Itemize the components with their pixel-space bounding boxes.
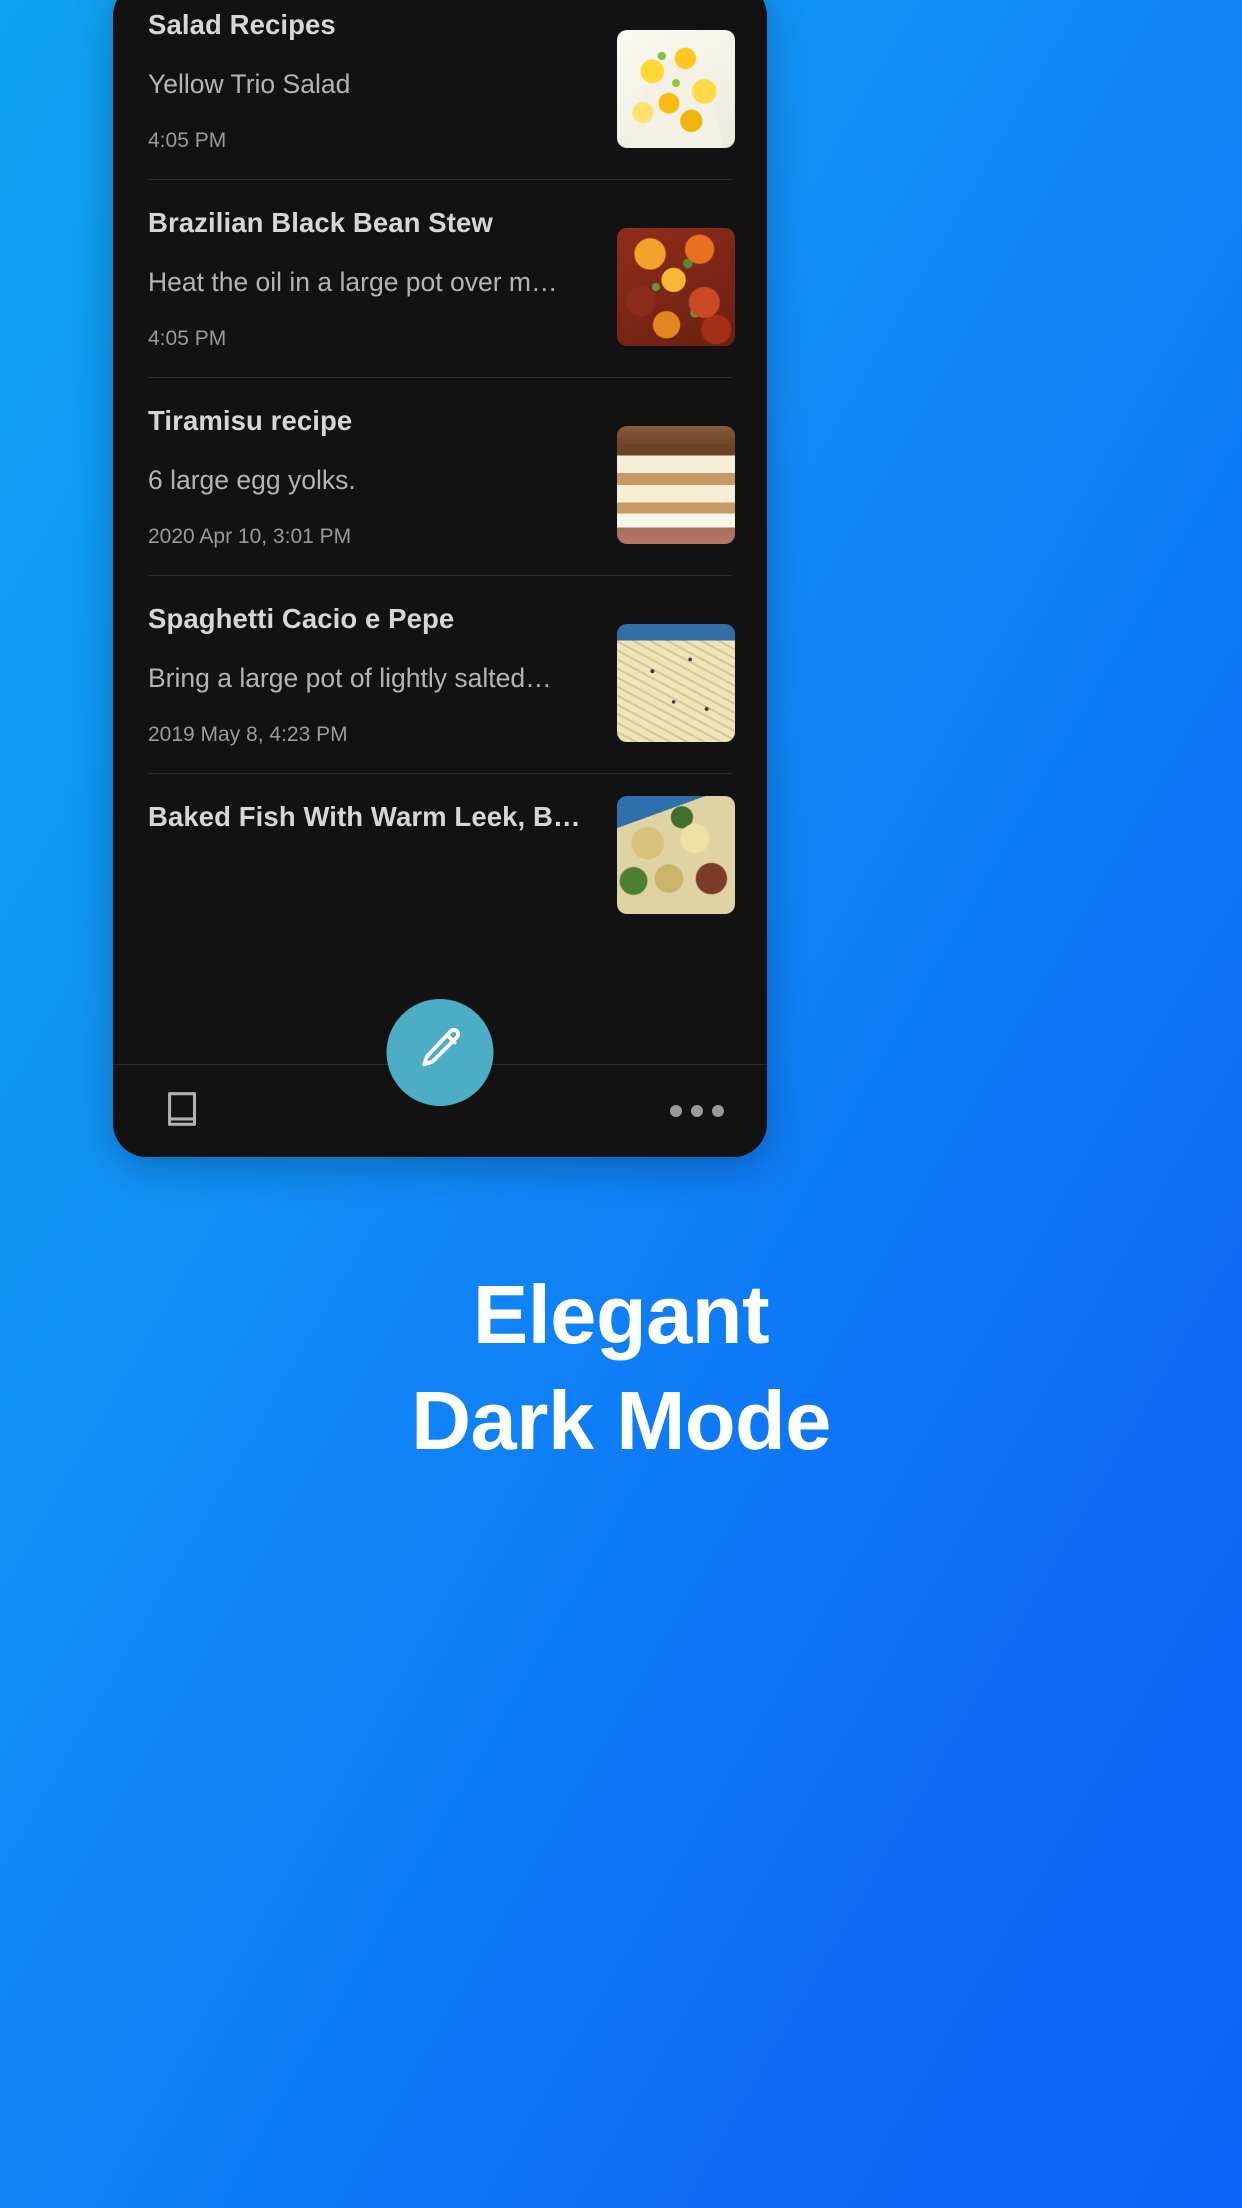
fish-thumbnail [617, 795, 735, 914]
note-snippet: Yellow Trio Salad [148, 69, 351, 99]
note-title: Baked Fish With Warm Leek, Be… [148, 800, 593, 832]
fish-image [617, 795, 735, 914]
note-timestamp: 2020 Apr 10, 3:01 PM [148, 524, 352, 548]
compose-note-fab[interactable] [386, 999, 494, 1106]
note-title: Spaghetti Cacio e Pepe [148, 602, 455, 634]
list-item[interactable]: Baked Fish With Warm Leek, Be… [113, 774, 767, 914]
list-item[interactable]: Tiramisu recipe 6 large egg yolks. 2020 … [113, 378, 767, 575]
notes-list[interactable]: Salad Recipes Yellow Trio Salad 4:05 PM … [113, 0, 767, 1064]
promo-poster: Salad Recipes Yellow Trio Salad 4:05 PM … [0, 0, 1242, 2208]
note-timestamp: 2019 May 8, 4:23 PM [148, 722, 348, 746]
salad-image [617, 30, 735, 148]
note-text-block: Salad Recipes Yellow Trio Salad 4:05 PM [148, 0, 593, 179]
note-text-block: Tiramisu recipe 6 large egg yolks. 2020 … [148, 378, 593, 575]
note-title: Tiramisu recipe [148, 404, 353, 436]
note-timestamp: 4:05 PM [148, 326, 227, 350]
stew-image [617, 227, 735, 346]
note-title: Brazilian Black Bean Stew [148, 206, 493, 238]
overflow-menu-button[interactable] [665, 1079, 729, 1143]
caption-line-1: Elegant [472, 1268, 770, 1361]
tiramisu-image [617, 425, 735, 544]
note-text-block: Brazilian Black Bean Stew Heat the oil i… [148, 180, 593, 377]
note-snippet: 6 large egg yolks. [148, 464, 356, 495]
spaghetti-thumbnail [617, 623, 735, 742]
spaghetti-image [617, 623, 735, 742]
tiramisu-thumbnail [617, 425, 735, 544]
stew-thumbnail [617, 227, 735, 346]
list-item[interactable]: Spaghetti Cacio e Pepe Bring a large pot… [113, 576, 767, 773]
more-horizontal-icon [670, 1105, 724, 1117]
phone-mockup: Salad Recipes Yellow Trio Salad 4:05 PM … [113, 0, 767, 1157]
caption-line-2: Dark Mode [411, 1374, 831, 1468]
note-text-block: Spaghetti Cacio e Pepe Bring a large pot… [148, 576, 593, 773]
notebook-button[interactable] [151, 1079, 215, 1143]
note-snippet: Heat the oil in a large pot over m… [148, 266, 558, 297]
app-screen: Salad Recipes Yellow Trio Salad 4:05 PM … [113, 0, 767, 1157]
salad-thumbnail [617, 30, 735, 148]
list-item[interactable]: Salad Recipes Yellow Trio Salad 4:05 PM [113, 0, 767, 179]
poster-caption: Elegant Dark Mode [0, 1262, 1242, 1474]
list-item[interactable]: Brazilian Black Bean Stew Heat the oil i… [113, 180, 767, 377]
note-timestamp: 4:05 PM [148, 128, 227, 152]
note-text-block: Baked Fish With Warm Leek, Be… [148, 774, 593, 859]
note-title: Salad Recipes [148, 9, 336, 40]
book-icon [160, 1086, 206, 1137]
note-snippet: Bring a large pot of lightly salted… [148, 662, 552, 693]
pencil-icon [413, 1023, 467, 1082]
